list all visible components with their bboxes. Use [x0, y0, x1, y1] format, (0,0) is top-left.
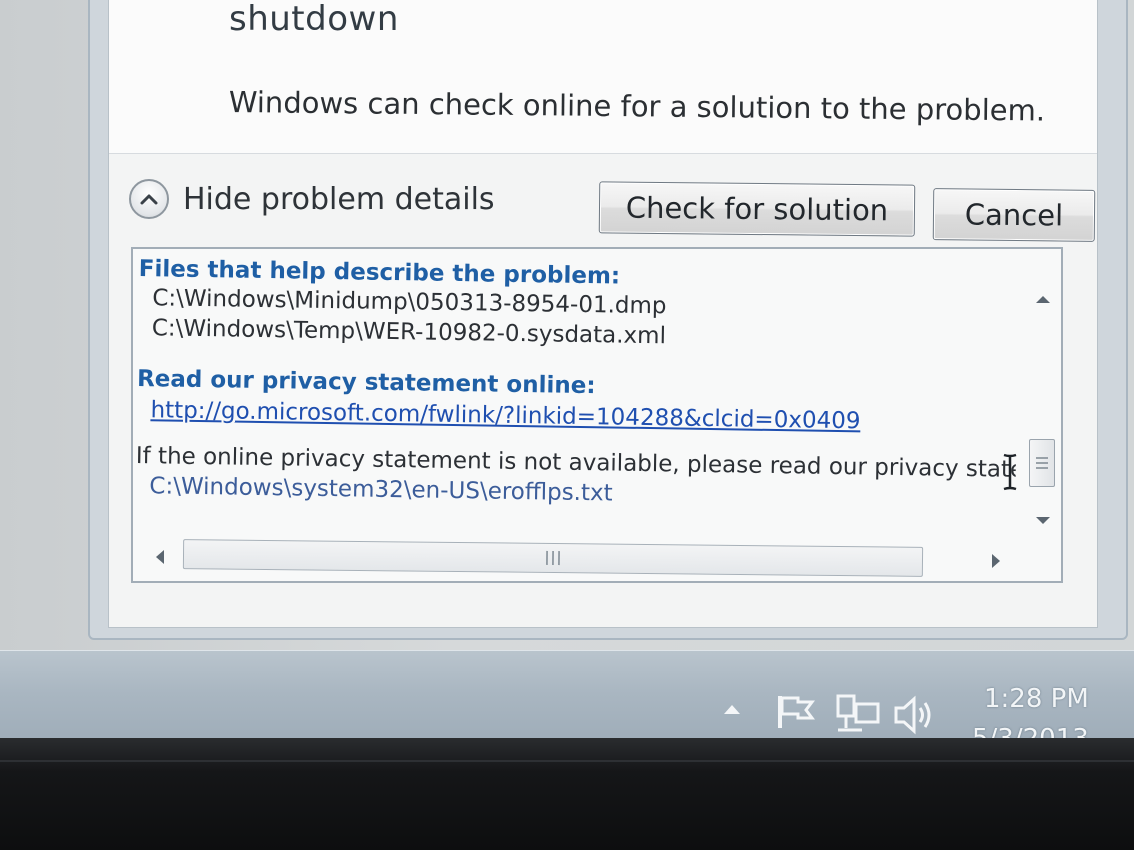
problem-details-content: Files that help describe the problem: C:… [135, 255, 1019, 539]
action-center-flag-icon[interactable] [774, 692, 818, 732]
vertical-scrollbar[interactable] [1027, 289, 1057, 539]
clock-time[interactable]: 1:28 PM [984, 684, 1089, 714]
dialog-separator [109, 153, 1097, 154]
hide-details-label: Hide problem details [183, 181, 495, 217]
problem-report-dialog: shutdown Windows can check online for a … [88, 0, 1128, 640]
grip-icon [546, 550, 560, 566]
grip-icon [1036, 457, 1048, 469]
show-hidden-icons-arrow-icon[interactable] [720, 700, 744, 718]
vertical-scroll-thumb[interactable] [1029, 439, 1055, 487]
bezel-edge [0, 760, 1134, 762]
scroll-down-arrow-icon[interactable] [1033, 515, 1053, 527]
check-for-solution-button[interactable]: Check for solution [598, 181, 916, 237]
monitor-bezel [0, 738, 1134, 850]
dialog-message: Windows can check online for a solution … [228, 85, 1046, 128]
dialog-header-area: shutdown Windows can check online for a … [109, 0, 1097, 153]
hide-details-toggle[interactable]: Hide problem details [129, 179, 495, 219]
chevron-up-icon [129, 179, 169, 219]
scroll-left-arrow-icon[interactable] [153, 547, 167, 567]
taskbar [0, 650, 1134, 745]
network-icon[interactable] [834, 690, 882, 736]
screen: shutdown Windows can check online for a … [0, 0, 1134, 745]
horizontal-scrollbar[interactable] [143, 539, 1049, 577]
text-cursor-icon [1003, 453, 1017, 491]
scroll-up-arrow-icon[interactable] [1033, 293, 1053, 305]
cancel-button[interactable]: Cancel [932, 188, 1096, 242]
problem-details-textbox[interactable]: Files that help describe the problem: C:… [131, 247, 1063, 583]
dialog-heading: shutdown [229, 0, 399, 39]
volume-icon[interactable] [892, 694, 938, 736]
scroll-right-arrow-icon[interactable] [989, 551, 1003, 571]
dialog-content: shutdown Windows can check online for a … [108, 0, 1098, 628]
horizontal-scroll-thumb[interactable] [182, 539, 924, 577]
